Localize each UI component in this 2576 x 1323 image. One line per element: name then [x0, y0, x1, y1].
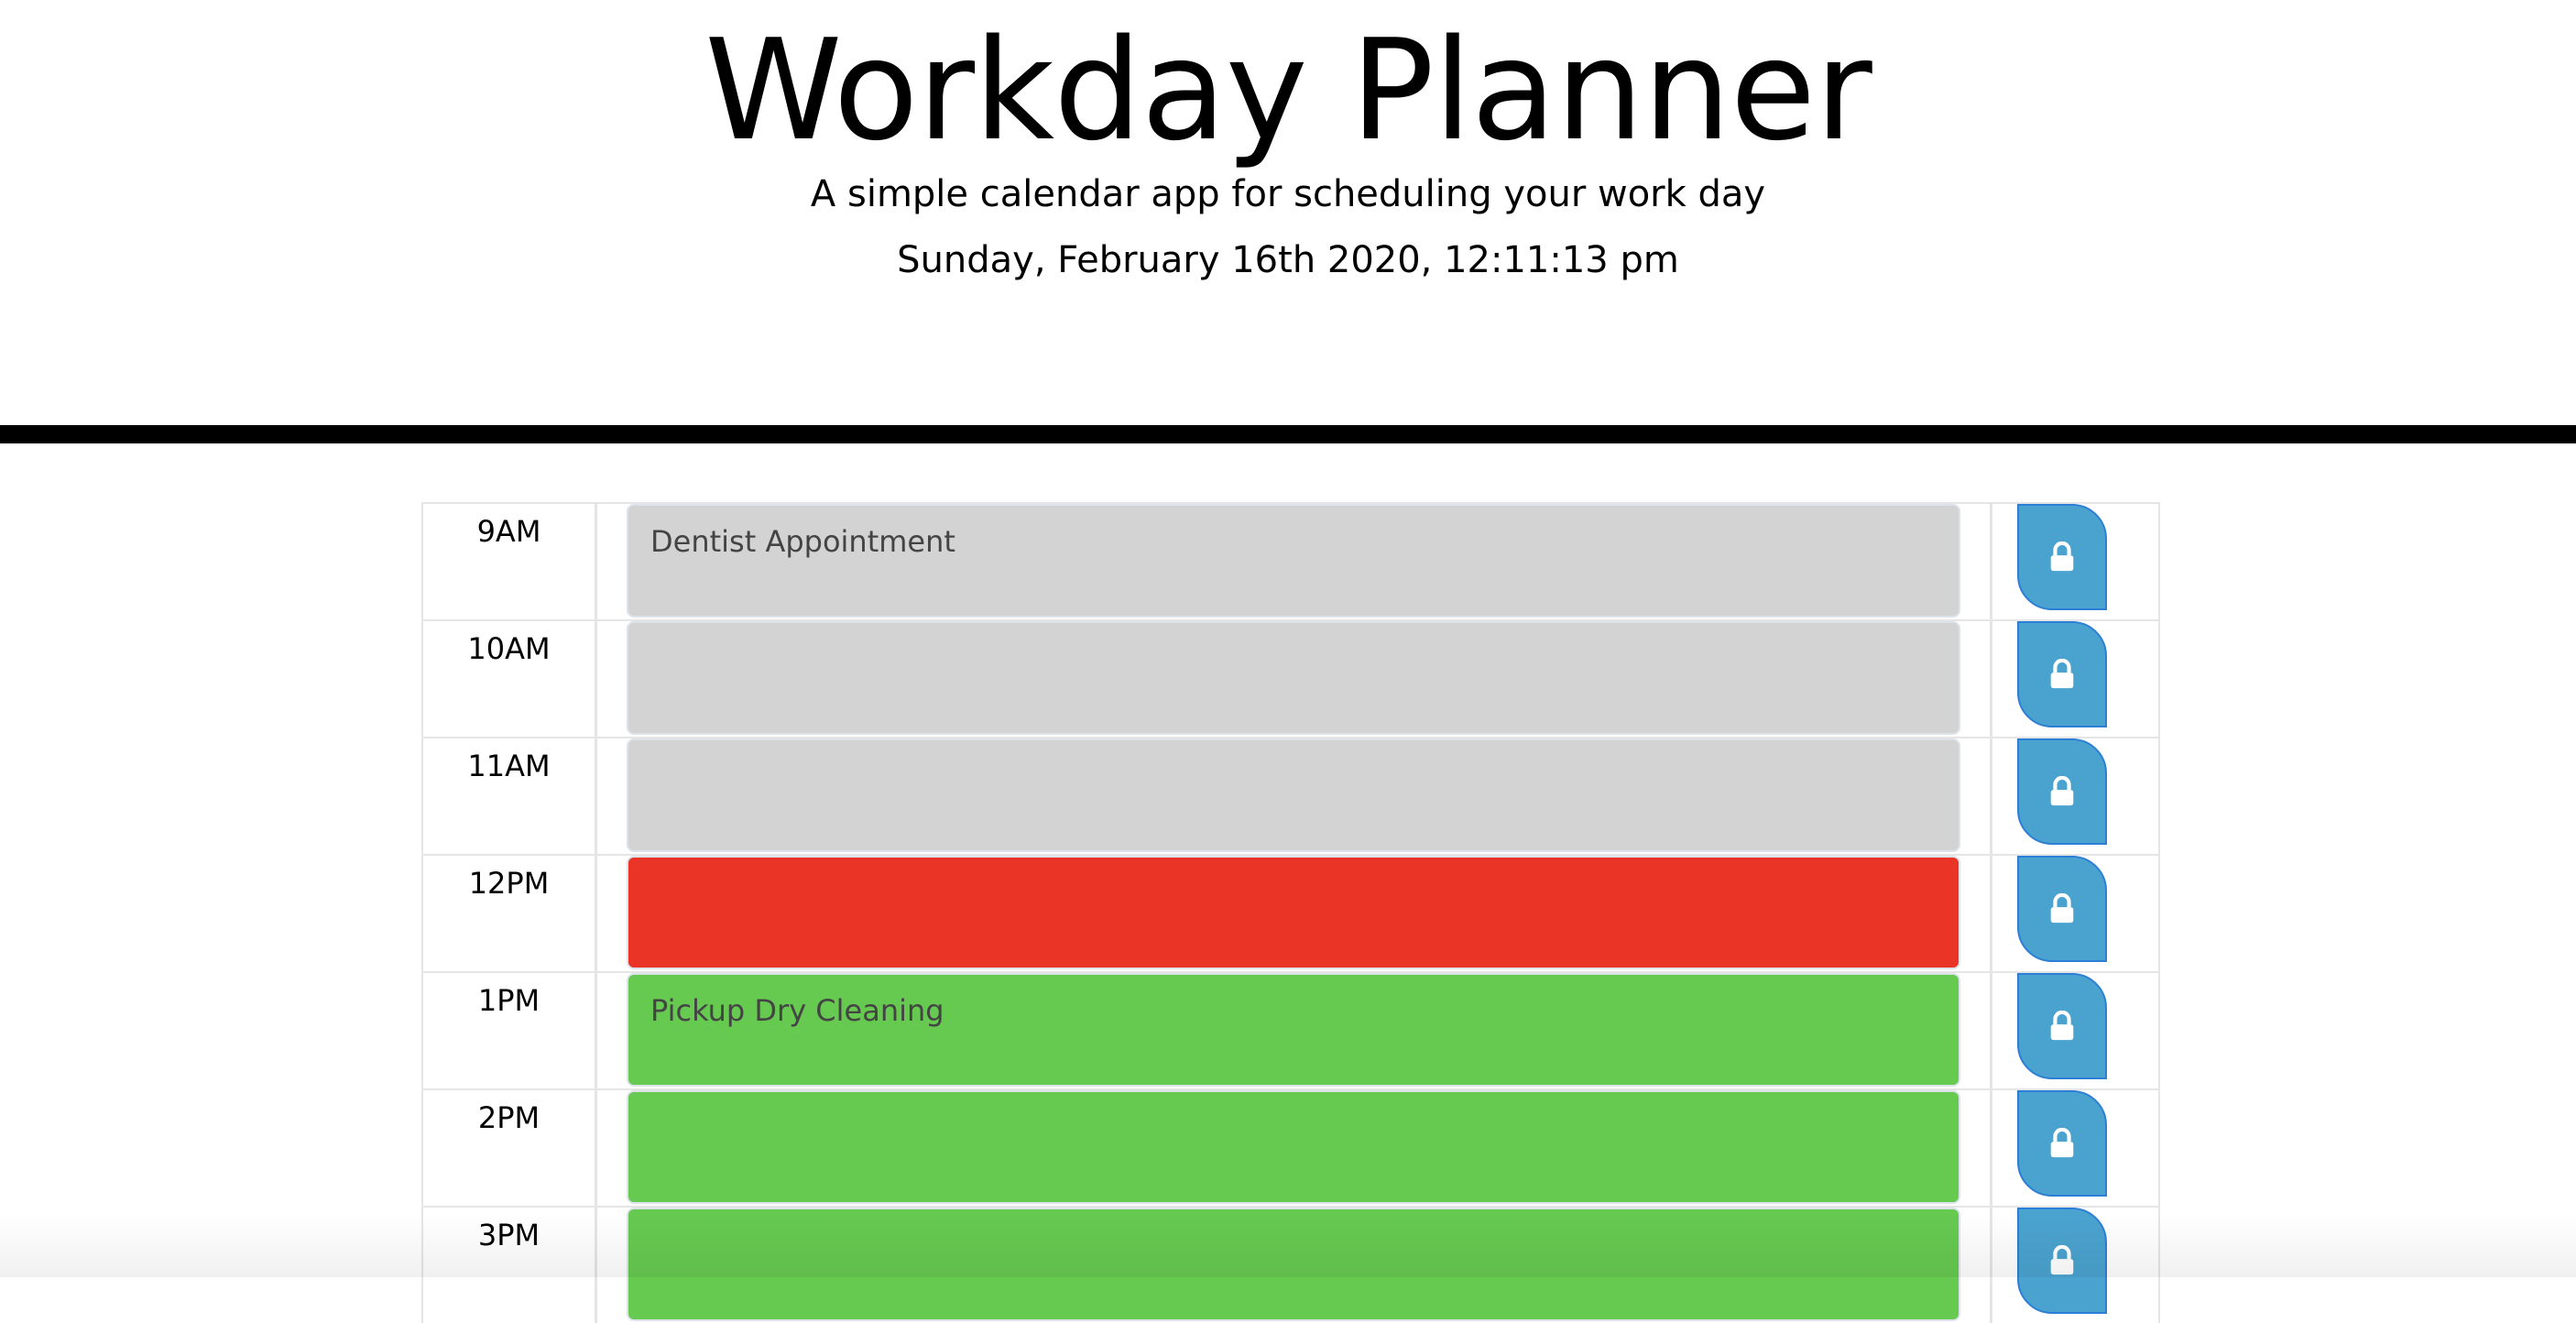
event-description-input[interactable]: Pickup Dry Cleaning — [627, 973, 1960, 1087]
lock-icon — [2047, 776, 2077, 807]
page-title: Workday Planner — [0, 13, 2576, 169]
time-block-row: 10AM — [421, 619, 2160, 737]
column-divider — [1990, 504, 1992, 619]
hour-label: 12PM — [423, 856, 597, 971]
hour-label: 3PM — [423, 1208, 597, 1323]
time-block-row: 9AM Dentist Appointment — [421, 502, 2160, 619]
hour-label: 1PM — [423, 973, 597, 1088]
event-description-input[interactable] — [627, 621, 1960, 735]
event-description-input[interactable] — [627, 738, 1960, 852]
column-divider — [1990, 1208, 1992, 1323]
header: Workday Planner A simple calendar app fo… — [0, 0, 2576, 425]
column-divider — [1990, 621, 1992, 737]
save-button[interactable] — [2017, 504, 2107, 610]
page-subtitle: A simple calendar app for scheduling you… — [0, 169, 2576, 220]
time-block-row: 12PM — [421, 854, 2160, 971]
column-divider — [1990, 973, 1992, 1088]
hour-label: 10AM — [423, 621, 597, 737]
save-button[interactable] — [2017, 1208, 2107, 1314]
lock-icon — [2047, 1245, 2077, 1276]
save-button[interactable] — [2017, 1090, 2107, 1197]
event-description-input[interactable]: Dentist Appointment — [627, 504, 1960, 618]
save-button[interactable] — [2017, 973, 2107, 1079]
save-button[interactable] — [2017, 621, 2107, 727]
lock-icon — [2047, 659, 2077, 690]
time-block-row: 3PM — [421, 1206, 2160, 1323]
event-description-input[interactable] — [627, 856, 1960, 969]
lock-icon — [2047, 1128, 2077, 1159]
hour-label: 9AM — [423, 504, 597, 619]
time-block-row: 2PM — [421, 1088, 2160, 1206]
current-day: Sunday, February 16th 2020, 12:11:13 pm — [0, 235, 2576, 286]
lock-icon — [2047, 1011, 2077, 1042]
save-button[interactable] — [2017, 856, 2107, 962]
save-button[interactable] — [2017, 738, 2107, 845]
hour-label: 2PM — [423, 1090, 597, 1206]
column-divider — [1990, 1090, 1992, 1206]
event-description-input[interactable] — [627, 1090, 1960, 1204]
planner-container: 9AM Dentist Appointment 10AM 11AM 12PM 1… — [421, 502, 2160, 1323]
lock-icon — [2047, 893, 2077, 924]
lock-icon — [2047, 541, 2077, 573]
time-block-row: 1PM Pickup Dry Cleaning — [421, 971, 2160, 1088]
column-divider — [1990, 738, 1992, 854]
time-block-row: 11AM — [421, 737, 2160, 854]
event-description-input[interactable] — [627, 1208, 1960, 1321]
hour-label: 11AM — [423, 738, 597, 854]
header-divider — [0, 425, 2576, 443]
column-divider — [1990, 856, 1992, 971]
